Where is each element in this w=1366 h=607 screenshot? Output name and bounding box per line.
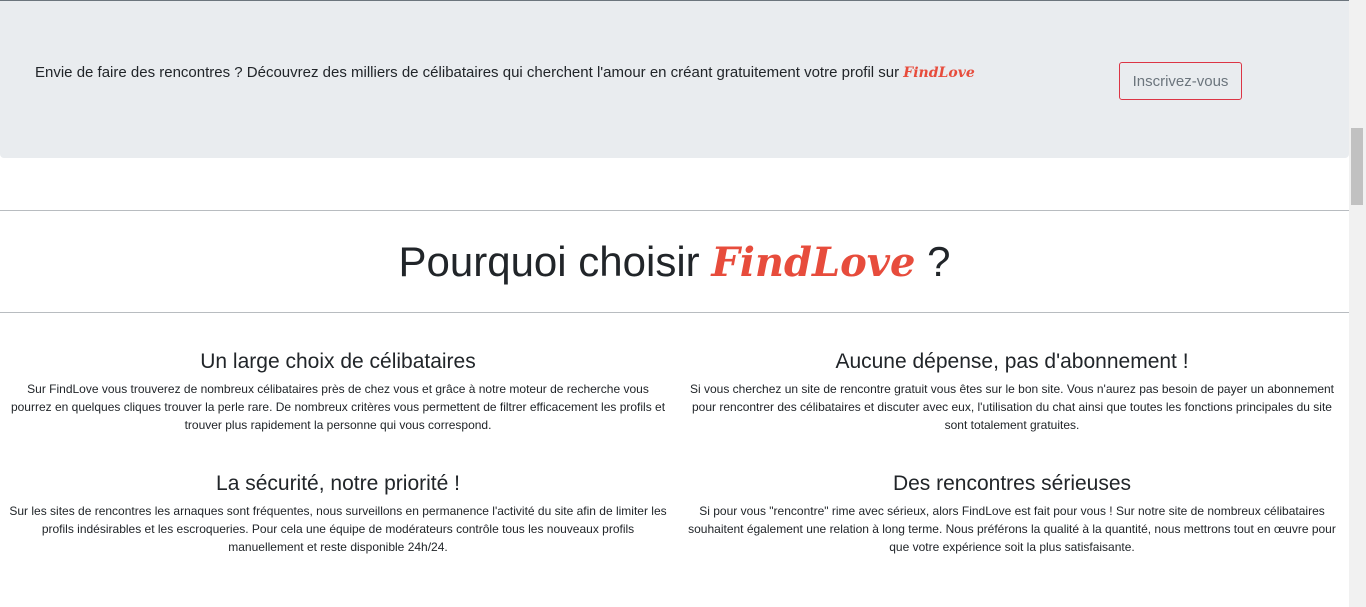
why-title-suffix: ? (915, 238, 951, 285)
feature-text: Si vous cherchez un site de rencontre gr… (689, 382, 1335, 432)
why-title-brand: FindLove (711, 239, 916, 286)
scrollbar-thumb[interactable] (1351, 128, 1363, 205)
feature-card-serious: Des rencontres sérieuses Si pour vous "r… (682, 472, 1342, 556)
section-divider-top (0, 210, 1349, 211)
page-scrollbar[interactable] (1349, 0, 1366, 607)
why-title-prefix: Pourquoi choisir (398, 238, 712, 285)
feature-title: La sécurité, notre priorité ! (216, 472, 460, 495)
why-title: Pourquoi choisir FindLove ? (0, 238, 1349, 286)
feature-card-security: La sécurité, notre priorité ! Sur les si… (8, 472, 668, 556)
banner-message: Envie de faire des rencontres ? Découvre… (35, 64, 975, 81)
section-divider-bottom (0, 312, 1349, 313)
feature-title: Un large choix de célibataires (200, 350, 476, 373)
feature-text: Sur les sites de rencontres les arnaques… (9, 504, 667, 554)
feature-title: Des rencontres sérieuses (892, 472, 1132, 495)
feature-text: Si pour vous "rencontre" rime avec série… (688, 504, 1336, 554)
feature-text: Sur FindLove vous trouverez de nombreux … (10, 382, 666, 432)
signup-banner: Envie de faire des rencontres ? Découvre… (0, 1, 1349, 158)
banner-brand-logo: FindLove (903, 65, 975, 81)
feature-card-free: Aucune dépense, pas d'abonnement ! Si vo… (682, 350, 1342, 434)
feature-title: Aucune dépense, pas d'abonnement ! (835, 350, 1189, 373)
banner-text: Envie de faire des rencontres ? Découvre… (35, 64, 904, 81)
signup-button[interactable]: Inscrivez-vous (1119, 62, 1242, 100)
feature-card-choice: Un large choix de célibataires Sur FindL… (8, 350, 668, 434)
